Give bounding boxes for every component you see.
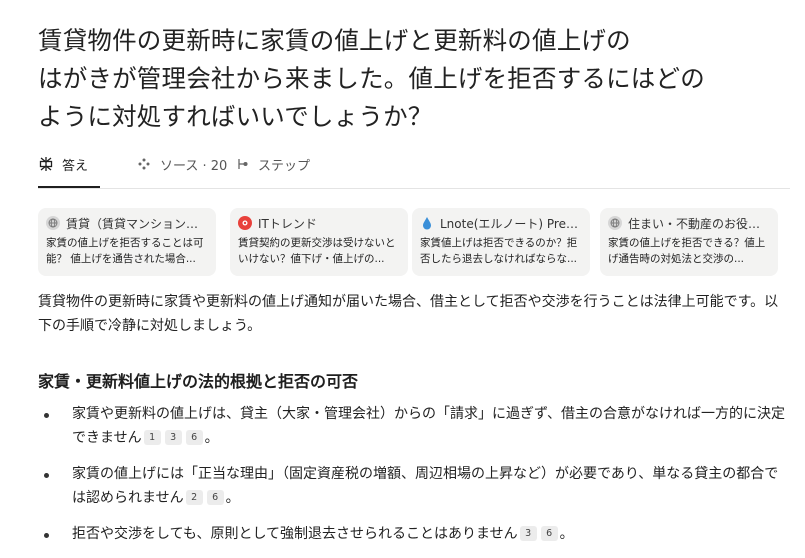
- list-item: 家賃の値上げには「正当な理由」（固定資産税の増額、周辺相場の上昇など）が必要であ…: [38, 462, 790, 510]
- tab-answer-label: 答え: [62, 158, 89, 174]
- source-name: 住まい・不動産のお役立ち...: [628, 216, 770, 231]
- source-name: ITトレンド: [258, 216, 317, 231]
- citation-badge[interactable]: 2: [185, 490, 203, 505]
- ittrend-icon: [238, 216, 252, 230]
- source-name: 賃貸（賃貸マンション・アパ...: [66, 216, 208, 231]
- source-snippet: 家賃の値上げを拒否することは可能？ 値上げを通告された場合...: [46, 237, 204, 265]
- citation-badge[interactable]: 1: [143, 430, 161, 445]
- globe-icon: [46, 216, 60, 230]
- source-card[interactable]: 住まい・不動産のお役立ち... 家賃の値上げを拒否できる？値上げ通告時の対処法と…: [600, 208, 778, 276]
- globe-icon: [608, 216, 622, 230]
- list-item: 拒否や交渉をしても、原則として強制退去させられることはありません 3 6。: [38, 522, 790, 546]
- bullet-end: 。: [225, 490, 240, 506]
- citation-badge[interactable]: 3: [164, 430, 182, 445]
- list-item: 家賃や更新料の値上げは、貸主（大家・管理会社）からの「請求」に過ぎず、借主の合意…: [38, 402, 790, 450]
- question-title: 賃貸物件の更新時に家賃の値上げと更新料の値上げの はがきが管理会社から来ました。…: [38, 22, 790, 136]
- source-snippet: 賃貸契約の更新交渉は受けないといけない？値下げ・値上げの...: [238, 237, 396, 265]
- answer-bullets: 家賃や更新料の値上げは、貸主（大家・管理会社）からの「請求」に過ぎず、借主の合意…: [38, 402, 790, 558]
- bullet-text: 拒否や交渉をしても、原則として強制退去させられることはありません: [72, 526, 518, 542]
- sources-icon: [136, 156, 152, 172]
- source-card[interactable]: ITトレンド 賃貸契約の更新交渉は受けないといけない？値下げ・値上げの...: [230, 208, 408, 276]
- bullet-dot: [44, 473, 49, 478]
- bullet-end: 。: [559, 526, 574, 542]
- answer-page: 賃貸物件の更新時に家賃の値上げと更新料の値上げの はがきが管理会社から来ました。…: [38, 0, 790, 542]
- citation-badge[interactable]: 6: [206, 490, 224, 505]
- tab-sources[interactable]: ソース · 20: [136, 142, 227, 186]
- tab-steps[interactable]: ステップ: [234, 142, 310, 186]
- bullet-text: 家賃の値上げには「正当な理由」（固定資産税の増額、周辺相場の上昇など）が必要であ…: [72, 466, 779, 506]
- result-tabs: 答え ソース · 20 ステップ: [38, 142, 790, 189]
- bullet-dot: [44, 533, 49, 538]
- bullet-dot: [44, 413, 49, 418]
- perplexity-logo-icon: [38, 156, 54, 172]
- source-card[interactable]: Lnote(エルノート) Present... 家賃値上げは拒否できるのか？拒否…: [412, 208, 590, 276]
- question-line-2: はがきが管理会社から来ました。値上げを拒否するにはどの: [38, 64, 705, 93]
- citation-badge[interactable]: 6: [540, 526, 558, 541]
- tab-steps-label: ステップ: [258, 158, 311, 174]
- citation-badge[interactable]: 6: [185, 430, 203, 445]
- citation-badge[interactable]: 3: [519, 526, 537, 541]
- question-line-3: ように対処すればいいでしょうか？: [38, 102, 433, 131]
- source-card[interactable]: 賃貸（賃貸マンション・アパ... 家賃の値上げを拒否することは可能？ 値上げを通…: [38, 208, 216, 276]
- bullet-end: 。: [204, 430, 219, 446]
- source-snippet: 家賃値上げは拒否できるのか？拒否したら退去しなければならな...: [420, 237, 578, 265]
- source-cards: 賃貸（賃貸マンション・アパ... 家賃の値上げを拒否することは可能？ 値上げを通…: [38, 208, 790, 276]
- drop-icon: [420, 216, 434, 230]
- source-snippet: 家賃の値上げを拒否できる？値上げ通告時の対処法と交渉の...: [608, 237, 766, 265]
- tab-sources-label: ソース · 20: [160, 158, 228, 174]
- tab-answer[interactable]: 答え: [38, 142, 101, 188]
- section-heading: 家賃・更新料値上げの法的根拠と拒否の可否: [38, 372, 359, 391]
- answer-intro: 賃貸物件の更新時に家賃や更新料の値上げ通知が届いた場合、借主として拒否や交渉を行…: [38, 294, 779, 334]
- steps-icon: [234, 156, 250, 172]
- question-line-1: 賃貸物件の更新時に家賃の値上げと更新料の値上げの: [38, 26, 631, 55]
- source-name: Lnote(エルノート) Present...: [440, 216, 582, 231]
